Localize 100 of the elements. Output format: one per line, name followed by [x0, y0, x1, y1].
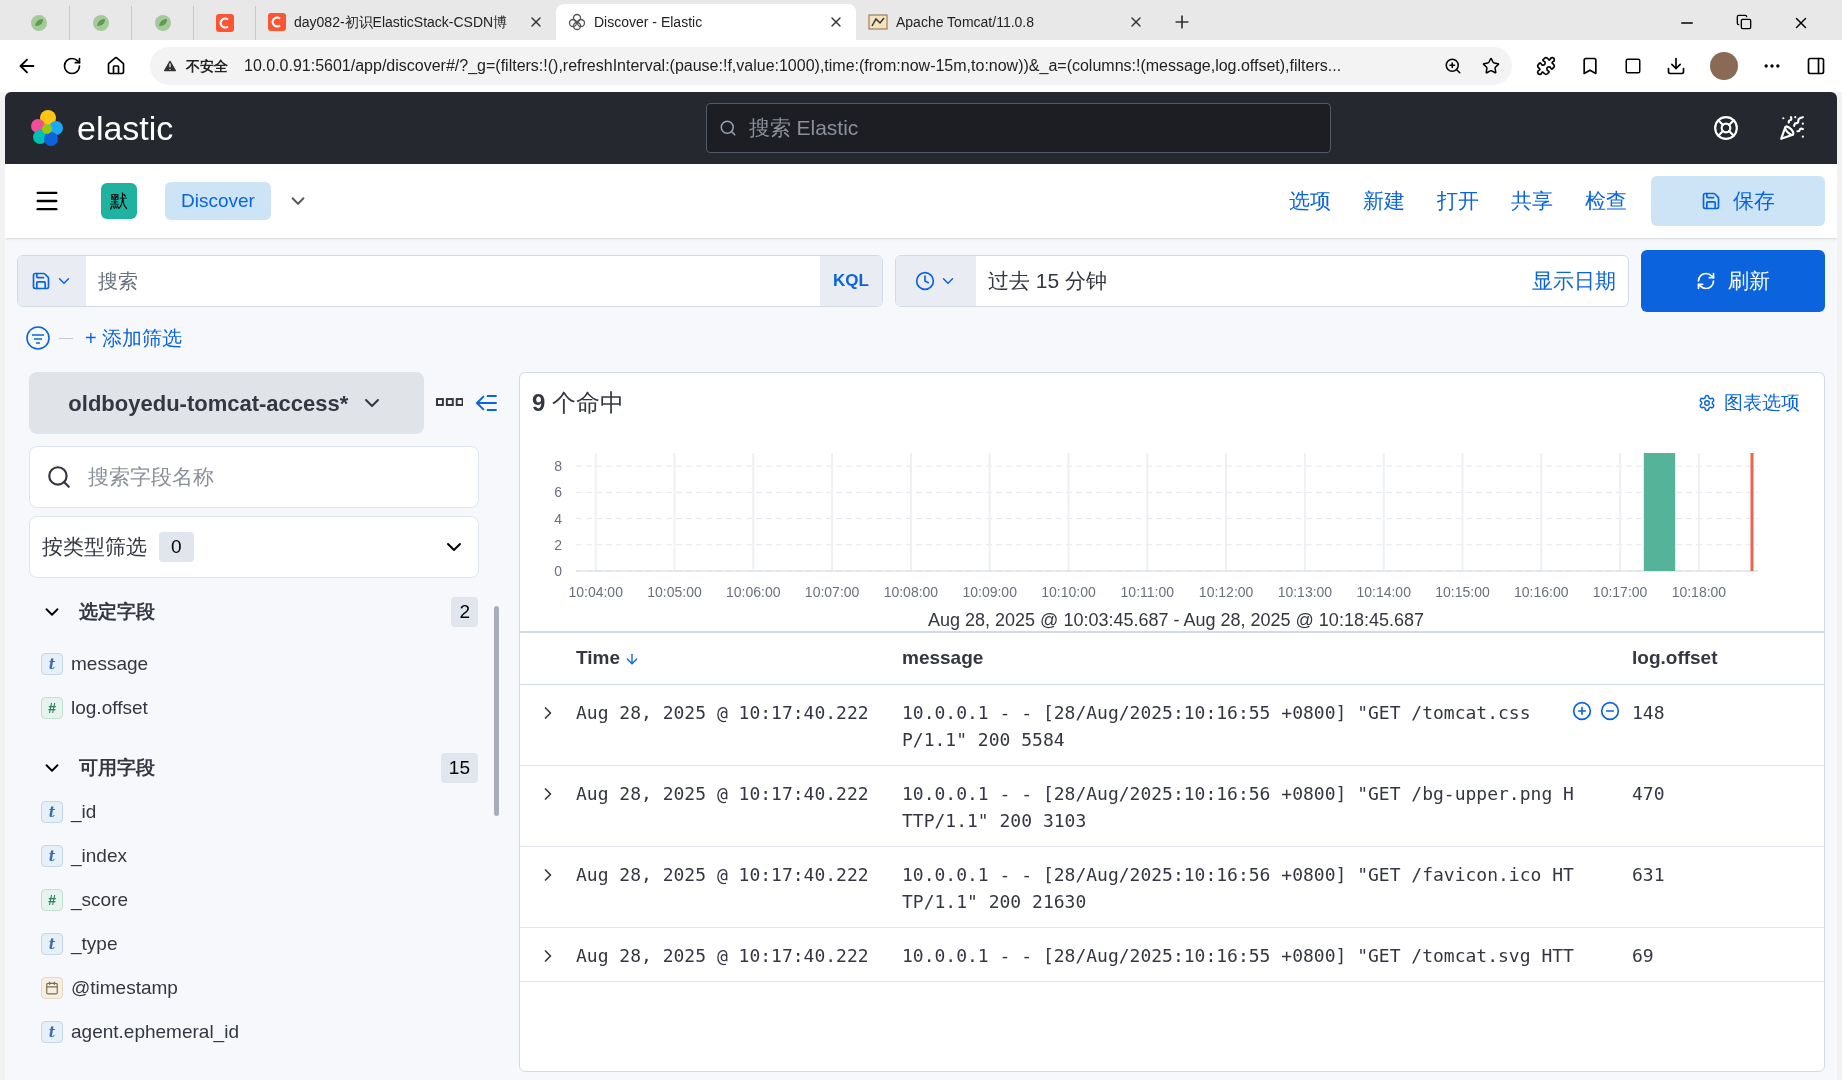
time-cell-text: Aug 28, 2025 @ 10:17:40.222 [576, 863, 870, 887]
field-name[interactable]: _index [71, 841, 127, 871]
address-bar[interactable]: 不安全 10.0.0.91:5601/app/discover#/?_g=(filters:!(),refreshInterval:(pause:!f,value:1000),time:(from:now-15m,to:now))&_a=(columns:!(message,log.offset),filters... [150, 47, 1512, 85]
time-cell-text: Aug 28, 2025 @ 10:17:40.222 [576, 701, 870, 725]
x-tick-label: 10:08:00 [883, 584, 939, 600]
c-logo-icon [268, 13, 286, 31]
section-title[interactable]: 选定字段 [79, 597, 436, 627]
field-search-placeholder: 搜索字段名称 [88, 464, 214, 491]
column-header[interactable]: message [902, 644, 1632, 673]
field-name[interactable]: message [71, 649, 149, 679]
scrollbar[interactable] [494, 606, 499, 816]
header-link[interactable]: 打开 [1421, 185, 1495, 217]
kql-toggle[interactable]: KQL [820, 256, 882, 306]
message-line: 10.0.0.1 - - [28/Aug/2025:10:16:55 +0800] "GET /tomcat.css [902, 701, 1531, 725]
quick-menu[interactable] [896, 256, 976, 306]
home-icon[interactable] [106, 56, 126, 76]
x-tick-label: 10:06:00 [726, 584, 781, 600]
collapse-sidebar-icon[interactable] [475, 394, 499, 412]
browser-tab[interactable]: day082-初识ElasticStack-CSDN博 [256, 4, 556, 40]
field-name[interactable]: _type [71, 929, 118, 959]
string-type-token: t [41, 653, 63, 675]
filter-icon[interactable] [25, 325, 51, 351]
x-tick-label: 10:05:00 [647, 584, 702, 600]
browser-tab[interactable]: Apache Tomcat/11.0.8 [856, 4, 1156, 40]
global-search-field[interactable]: 搜索 Elastic [705, 103, 1331, 153]
reload-icon[interactable] [62, 56, 82, 76]
time-cell-text: Aug 28, 2025 @ 10:17:40.222 [576, 944, 870, 968]
date-picker[interactable]: 过去 15 分钟 显示日期 [895, 255, 1629, 307]
header-link[interactable]: 选项 [1273, 185, 1347, 217]
x-tick-label: 10:16:00 [1514, 584, 1569, 600]
field-name[interactable]: _id [71, 797, 97, 827]
header-link[interactable]: 共享 [1495, 185, 1569, 217]
tab-title: Discover - Elastic [594, 12, 704, 32]
filter-for-value-icon[interactable] [1572, 701, 1592, 721]
space-avatar[interactable]: 默 [101, 183, 137, 219]
browser-tab[interactable]: Discover - Elastic [556, 4, 856, 40]
x-tick-label: 10:12:00 [1198, 584, 1254, 600]
index-pattern-selector[interactable]: oldboyedu-tomcat-access* [29, 372, 424, 434]
x-tick-label: 10:18:00 [1671, 584, 1727, 600]
star-icon[interactable] [1482, 57, 1500, 75]
column-header[interactable]: Time [576, 644, 902, 673]
insecure-label: 不安全 [186, 56, 228, 76]
string-type-token: t [41, 845, 63, 867]
count-badge: 15 [440, 753, 478, 783]
breadcrumb-discover[interactable]: Discover [165, 182, 271, 220]
string-type-token: t [41, 933, 63, 955]
column-header[interactable]: log.offset [1632, 644, 1718, 673]
x-tick-label: 10:17:00 [1592, 584, 1648, 600]
type-filter-dropdown[interactable]: 按类型筛选 0 [29, 516, 479, 578]
calendar-icon [41, 977, 63, 999]
field-name[interactable]: agent.ephemeral_id [71, 1017, 239, 1047]
news-icon[interactable] [1779, 115, 1805, 141]
search-icon [718, 119, 737, 137]
chart-options-link[interactable]: 图表选项 [1698, 388, 1812, 418]
x-tick-label: 10:15:00 [1435, 584, 1490, 600]
refresh-icon [1696, 271, 1716, 291]
number-type-token: # [41, 889, 63, 911]
add-filter-link[interactable]: + 添加筛选 [85, 323, 183, 353]
type-filter-label: 按类型筛选 [42, 534, 147, 561]
gear-icon [1698, 394, 1716, 412]
options-icon[interactable] [435, 398, 464, 408]
field-name[interactable]: _score [71, 885, 129, 915]
time-cell-text: Aug 28, 2025 @ 10:17:40.222 [576, 782, 870, 806]
field-name[interactable]: log.offset [71, 693, 148, 723]
save-icon [1701, 191, 1721, 211]
section-title[interactable]: 可用字段 [79, 753, 425, 783]
zoom-icon[interactable] [1444, 57, 1462, 75]
favorites-icon[interactable] [1580, 56, 1600, 76]
refresh-button[interactable]: 刷新 [1641, 250, 1825, 312]
header-link[interactable]: 检查 [1569, 185, 1643, 217]
filter-out-value-icon[interactable] [1600, 701, 1620, 721]
collections-icon[interactable] [1624, 57, 1642, 75]
profile-avatar[interactable] [1710, 52, 1738, 80]
time-range-caption: Aug 28, 2025 @ 10:03:45.687 - Aug 28, 2025 @ 10:18:45.687 [928, 609, 1424, 632]
query-field[interactable]: 搜索 KQL [17, 255, 883, 307]
leaf-icon [29, 14, 48, 32]
save-button[interactable]: 保存 [1651, 176, 1825, 226]
y-tick-label: 8 [554, 458, 562, 475]
count-badge: 2 [451, 597, 478, 627]
warning-icon [162, 58, 178, 74]
saved-query-menu[interactable] [18, 256, 86, 306]
help-icon[interactable] [1713, 115, 1739, 141]
search-icon [46, 464, 72, 490]
string-type-token: t [41, 801, 63, 823]
x-tick-label: 10:13:00 [1277, 584, 1333, 600]
x-tick-label: 10:14:00 [1356, 584, 1411, 600]
flower-icon [568, 13, 586, 31]
leaf-icon [91, 14, 110, 32]
download-icon[interactable] [1666, 56, 1686, 76]
clock-icon [915, 271, 935, 291]
sidebar-icon[interactable] [1806, 56, 1826, 76]
x-tick-label: 10:09:00 [962, 584, 1017, 600]
field-name[interactable]: @timestamp [71, 973, 178, 1003]
y-tick-label: 0 [554, 563, 562, 579]
extensions-icon[interactable] [1536, 56, 1556, 76]
message-line: TP/1.1" 200 21630 [902, 890, 1087, 914]
restore-icon[interactable] [1736, 14, 1752, 30]
show-dates-link[interactable]: 显示日期 [1520, 256, 1628, 306]
x-tick-label: 10:11:00 [1120, 584, 1175, 600]
header-link[interactable]: 新建 [1347, 185, 1421, 217]
